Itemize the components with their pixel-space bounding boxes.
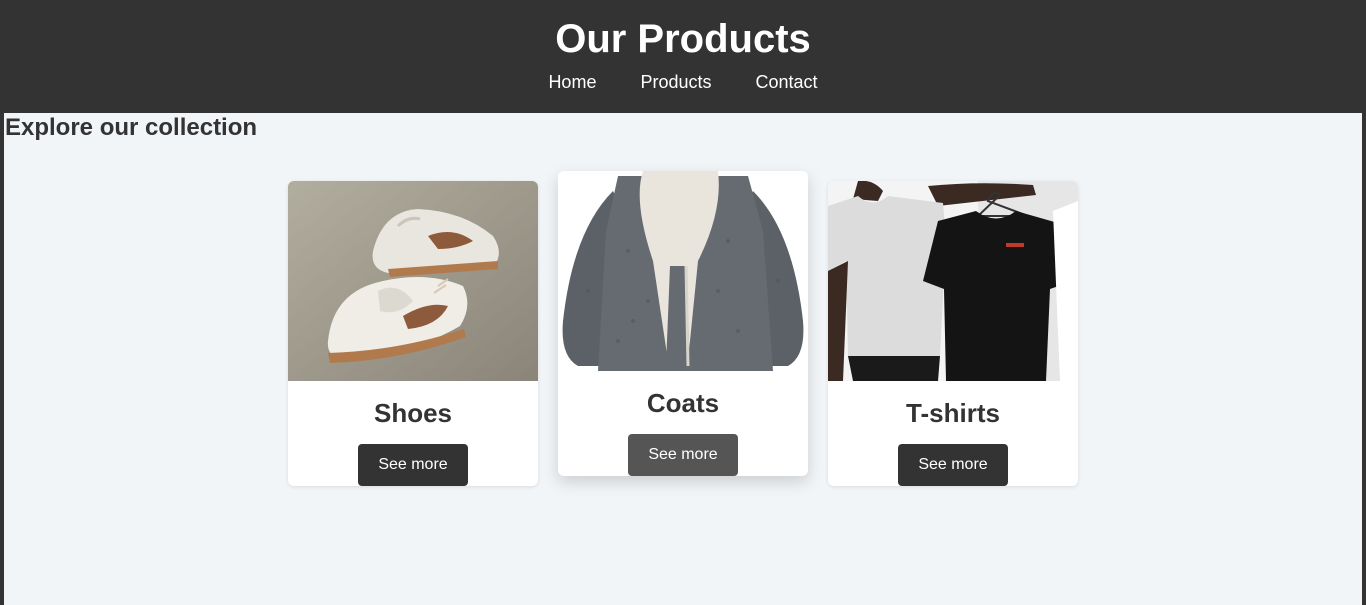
product-name: Coats [646, 388, 720, 418]
product-image-shoes [288, 181, 538, 381]
see-more-button-shoes[interactable]: See more [358, 444, 468, 486]
product-image-tshirts [828, 181, 1078, 381]
site-header: Our Products Home Products Contact [0, 0, 1366, 113]
nav-products-link[interactable]: Products [640, 70, 711, 94]
main-nav: Home Products Contact [0, 70, 1366, 94]
product-name: Shoes [373, 398, 453, 428]
site-title: Our Products [555, 17, 811, 61]
see-more-button-coats[interactable]: See more [628, 434, 738, 476]
see-more-button-tshirts[interactable]: See more [898, 444, 1008, 486]
product-image-coats [558, 171, 808, 371]
product-card-shoes: Shoes See more [288, 181, 538, 486]
product-name: T-shirts [906, 398, 1000, 428]
page: Our Products Home Products Contact Explo… [0, 0, 1366, 605]
section-heading: Explore our collection [5, 114, 258, 141]
product-card-tshirts: T-shirts See more [828, 181, 1078, 486]
nav-contact-link[interactable]: Contact [756, 70, 818, 94]
main-content: Explore our collection Shoes See more Co… [4, 113, 1362, 605]
product-card-coats: Coats See more [558, 171, 808, 476]
nav-home-link[interactable]: Home [548, 70, 596, 94]
